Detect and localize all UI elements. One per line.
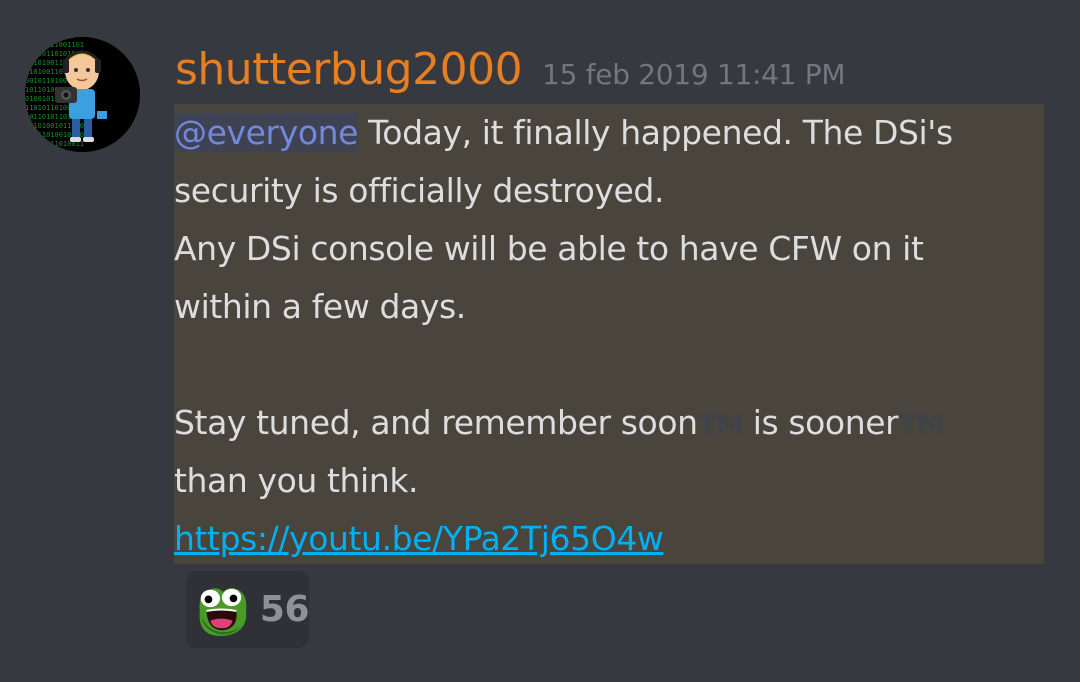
reaction-button[interactable]: 56 <box>186 571 310 648</box>
line-5a-text: Stay tuned, and remember soon <box>174 403 698 442</box>
message-line-5: Stay tuned, and remember soonTM is soone… <box>174 394 1034 452</box>
message-timestamp: 15 feb 2019 11:41 PM <box>542 58 846 91</box>
user-avatar[interactable]: 01101011001101 10010110101001 0110100110… <box>25 37 140 152</box>
chat-message: 01101011001101 10010110101001 0110100110… <box>0 0 1080 682</box>
message-text: @everyone Today, it finally happened. Th… <box>174 104 1034 568</box>
line-5b-text: is sooner <box>742 403 899 442</box>
message-line-4: within a few days. <box>174 287 466 326</box>
youtube-link[interactable]: https://youtu.be/YPa2Tj65O4w <box>174 519 664 558</box>
message-header: shutterbug2000 15 feb 2019 11:41 PM <box>175 40 845 100</box>
message-line-1: @everyone Today, it finally happened. Th… <box>174 104 1034 162</box>
message-line-6: than you think. <box>174 461 419 500</box>
line-1-text: Today, it finally happened. The DSi's <box>358 113 953 152</box>
poggers-frog-icon <box>199 587 247 636</box>
avatar-image: 01101011001101 10010110101001 0110100110… <box>25 37 140 152</box>
message-line-2: security is officially destroyed. <box>174 171 665 210</box>
message-line-3: Any DSi console will be able to have CFW… <box>174 229 924 268</box>
reaction-count: 56 <box>259 589 310 630</box>
trademark-emoji-2: TM <box>898 408 944 441</box>
trademark-emoji-1: TM <box>697 408 744 441</box>
everyone-mention[interactable]: @everyone <box>174 113 358 152</box>
message-line-7: https://youtu.be/YPa2Tj65O4w <box>174 510 1034 568</box>
message-content-highlighted: @everyone Today, it finally happened. Th… <box>174 104 1044 564</box>
author-username[interactable]: shutterbug2000 <box>175 40 523 100</box>
svg-text:01101011001101: 01101011001101 <box>25 41 84 49</box>
